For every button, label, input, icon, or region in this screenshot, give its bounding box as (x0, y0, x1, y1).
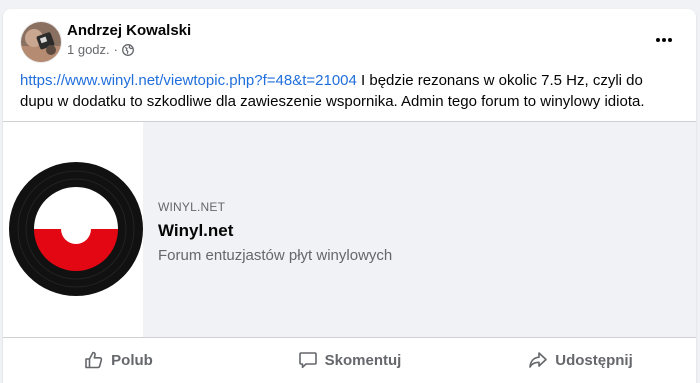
author-name[interactable]: Andrzej Kowalski (67, 22, 191, 39)
like-label: Polub (111, 351, 153, 369)
share-icon (529, 352, 548, 368)
author-avatar[interactable] (20, 21, 62, 63)
comment-label: Skomentuj (324, 351, 402, 369)
more-horizontal-icon (656, 38, 672, 42)
post-header: Andrzej Kowalski 1 godz. · (3, 9, 696, 65)
post-actions: Polub Skomentuj Udostępnij (3, 342, 696, 378)
post-meta: 1 godz. · (67, 42, 134, 57)
link-preview[interactable]: WINYL.NET Winyl.net Forum entuzjastów pł… (3, 121, 696, 338)
preview-info: WINYL.NET Winyl.net Forum entuzjastów pł… (158, 200, 676, 264)
more-options-button[interactable] (650, 27, 678, 53)
post-time[interactable]: 1 godz. (67, 42, 110, 57)
share-label: Udostępnij (555, 351, 633, 369)
preview-title: Winyl.net (158, 221, 234, 240)
globe-icon (122, 43, 134, 56)
post-link[interactable]: https://www.winyl.net/viewtopic.php?f=48… (20, 72, 357, 89)
preview-description: Forum entuzjastów płyt winylowych (158, 247, 393, 264)
thumbs-up-icon (85, 351, 103, 369)
vinyl-record-logo (3, 122, 143, 337)
meta-separator: · (113, 42, 118, 57)
share-button[interactable]: Udostępnij (465, 342, 696, 378)
post-text: https://www.winyl.net/viewtopic.php?f=48… (20, 70, 670, 112)
post-card: Andrzej Kowalski 1 godz. · https://www.w… (3, 9, 696, 383)
comment-icon (298, 352, 317, 369)
preview-domain: WINYL.NET (158, 200, 226, 214)
comment-button[interactable]: Skomentuj (234, 342, 465, 378)
like-button[interactable]: Polub (3, 342, 234, 378)
